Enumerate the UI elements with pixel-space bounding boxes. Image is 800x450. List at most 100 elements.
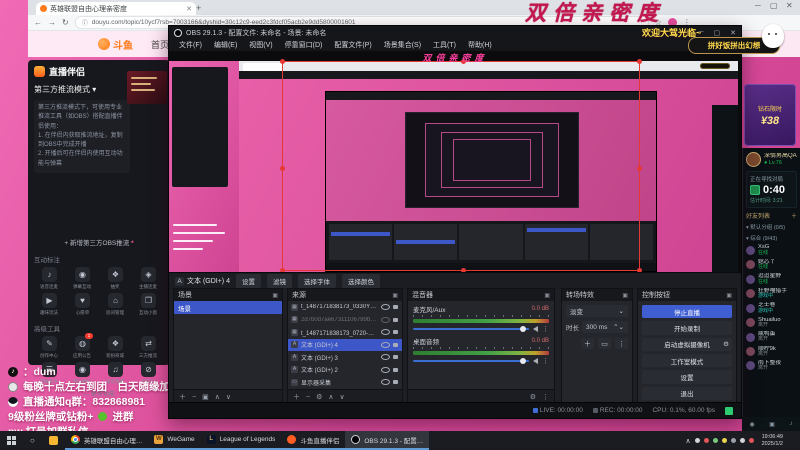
- channel-menu-icon[interactable]: ⋮: [542, 357, 549, 365]
- scene-down-icon[interactable]: ∨: [226, 393, 231, 401]
- tool-wishlist[interactable]: ♥ 心愿单: [67, 293, 98, 316]
- lock-icon[interactable]: [393, 330, 398, 335]
- site-info-icon[interactable]: ⓘ: [82, 18, 88, 27]
- vcam-config-icon[interactable]: ⚙: [723, 340, 729, 348]
- voice-icon[interactable]: ♪: [790, 421, 793, 427]
- visible-eye-icon[interactable]: [381, 304, 390, 311]
- browser-tab[interactable]: 英雄联盟自由心理亲密度 ✕: [36, 2, 196, 15]
- tool-mini-window[interactable]: ❐ 互动小窗: [133, 293, 164, 316]
- desktop-volume-slider[interactable]: [413, 358, 529, 364]
- tray-icon[interactable]: [730, 438, 736, 443]
- dock-popout-icon[interactable]: ▣: [392, 292, 398, 299]
- new-tab-button[interactable]: +: [196, 3, 201, 13]
- channel-menu-icon[interactable]: ⋮: [542, 325, 549, 333]
- source-add-icon[interactable]: ＋: [293, 392, 300, 402]
- lock-icon[interactable]: [393, 355, 398, 360]
- transition-remove-icon[interactable]: ▭: [598, 338, 611, 349]
- source-row[interactable]: A 文本 (GDI+) 3: [288, 351, 402, 364]
- dock-popout-icon[interactable]: ▣: [544, 292, 550, 299]
- tool-app-notice[interactable]: ◍ 1 应用公告: [67, 333, 98, 359]
- virtual-camera-button[interactable]: 启动虚拟摄像机 ⚙: [642, 337, 732, 351]
- douyu-logo[interactable]: 斗鱼: [98, 37, 133, 52]
- context-font-button[interactable]: 选择字体: [297, 274, 336, 288]
- start-recording-button[interactable]: 开始录制: [642, 321, 732, 335]
- dock-popout-icon[interactable]: ▣: [726, 292, 732, 299]
- friend-group[interactable]: ▾ 默认分组 (0/5): [743, 221, 800, 232]
- scene-item[interactable]: 场景: [174, 301, 282, 314]
- obs-close-icon[interactable]: ✕: [730, 29, 736, 37]
- forward-icon[interactable]: →: [48, 18, 56, 27]
- nav-item-home[interactable]: 首页: [151, 38, 169, 51]
- visible-eye-icon[interactable]: [381, 379, 390, 386]
- menu-file[interactable]: 文件(F): [173, 40, 208, 50]
- context-filters-button[interactable]: 滤镜: [266, 274, 292, 288]
- menu-help[interactable]: 帮助(H): [462, 40, 498, 50]
- scene-add-icon[interactable]: ＋: [179, 392, 186, 402]
- obs-maximize-icon[interactable]: ▢: [714, 29, 721, 37]
- scene-up-icon[interactable]: ∧: [215, 393, 220, 401]
- lock-icon[interactable]: [393, 380, 398, 385]
- friend-row[interactable]: 婠芯丫 在线: [743, 257, 800, 271]
- menu-profile[interactable]: 配置文件(P): [328, 40, 377, 50]
- menu-docks[interactable]: 停靠窗口(D): [279, 40, 329, 50]
- speaker-icon[interactable]: [533, 326, 538, 332]
- visible-eye-icon[interactable]: [381, 354, 390, 361]
- hidden-eye-icon[interactable]: [381, 316, 390, 323]
- browser-minimize-icon[interactable]: ─: [755, 1, 761, 10]
- visible-eye-icon[interactable]: [381, 329, 390, 336]
- taskbar-app-chrome[interactable]: 英雄联盟自由心理…: [64, 431, 149, 450]
- duration-spinbox[interactable]: 300 ms ⌃⌄: [582, 321, 628, 333]
- tray-icon[interactable]: [748, 438, 754, 443]
- menu-edit[interactable]: 编辑(E): [208, 40, 243, 50]
- tool-fun-play[interactable]: ▶ 趣味玩法: [34, 293, 65, 316]
- tray-icon[interactable]: [739, 438, 745, 443]
- spin-icons[interactable]: ⌃⌄: [613, 323, 624, 331]
- chat-bubble-icon[interactable]: ◉: [749, 421, 754, 428]
- browser-close-icon[interactable]: ✕: [786, 1, 793, 10]
- menu-tools[interactable]: 工具(T): [427, 40, 462, 50]
- source-row[interactable]: ▦2d7b0d7ae67311106799bc8940d011aae5.jpg: [288, 314, 402, 327]
- scene-filter-icon[interactable]: ▣: [202, 393, 209, 401]
- mic-volume-slider[interactable]: [413, 326, 529, 332]
- back-icon[interactable]: ←: [34, 18, 42, 27]
- context-settings-button[interactable]: 设置: [235, 274, 261, 288]
- explorer-button[interactable]: [42, 431, 65, 450]
- mixer-menu-icon[interactable]: ⋮: [542, 393, 549, 401]
- taskbar-app-douyu[interactable]: 斗鱼直播伴侣: [281, 431, 346, 450]
- dock-popout-icon[interactable]: ▣: [272, 292, 278, 299]
- tool-room-manage[interactable]: ⌂ 房间管理: [100, 293, 131, 316]
- lock-icon[interactable]: [393, 305, 398, 310]
- add-obs-stream-button[interactable]: + 新增第三方OBS推流 *: [34, 237, 164, 247]
- visible-eye-icon[interactable]: [381, 366, 390, 373]
- social-icon[interactable]: ▣: [769, 421, 775, 428]
- stop-streaming-button[interactable]: 停止直播: [642, 305, 732, 319]
- friend-row[interactable]: 芝士卷 游戏中: [743, 301, 800, 315]
- transition-menu-icon[interactable]: ⋮: [615, 338, 628, 349]
- tray-icon[interactable]: [694, 438, 700, 443]
- lock-icon[interactable]: [393, 342, 398, 347]
- exit-button[interactable]: 退出: [642, 386, 732, 400]
- source-row[interactable]: A 文本 (GDI+) 2: [288, 364, 402, 377]
- visible-eye-icon[interactable]: [381, 341, 390, 348]
- reload-icon[interactable]: ↻: [62, 18, 69, 27]
- friend-row[interactable]: Shuailuo 离开: [743, 315, 800, 329]
- tray-icon[interactable]: [721, 438, 727, 443]
- transition-type-select[interactable]: 淡变 ⌄: [566, 305, 628, 317]
- menu-scene-collection[interactable]: 场景集合(S): [378, 40, 427, 50]
- source-down-icon[interactable]: ∨: [340, 393, 345, 401]
- menu-view[interactable]: 视图(V): [243, 40, 278, 50]
- tool-dress-shop[interactable]: ❖ 装扮商城: [100, 336, 131, 359]
- promo-banner[interactable]: 钻石限时 ¥38: [744, 84, 796, 146]
- lock-icon[interactable]: [393, 317, 398, 322]
- dock-popout-icon[interactable]: ▣: [622, 292, 628, 299]
- friend-row[interactable]: XsG 在线: [743, 243, 800, 257]
- mixer-settings-icon[interactable]: ⚙: [530, 393, 536, 401]
- studio-mode-button[interactable]: 工作室模式: [642, 353, 732, 368]
- search-button[interactable]: ○: [23, 431, 42, 450]
- source-remove-icon[interactable]: −: [306, 394, 310, 401]
- source-row[interactable]: ▦t_1487171838173_0330Y117 (23).gif: [288, 301, 402, 314]
- tray-expand-icon[interactable]: ∧: [685, 437, 690, 445]
- friend-row[interactable]: 狂野喵猎手 游戏中: [743, 286, 800, 300]
- source-up-icon[interactable]: ∧: [328, 393, 333, 401]
- start-button[interactable]: [0, 431, 23, 450]
